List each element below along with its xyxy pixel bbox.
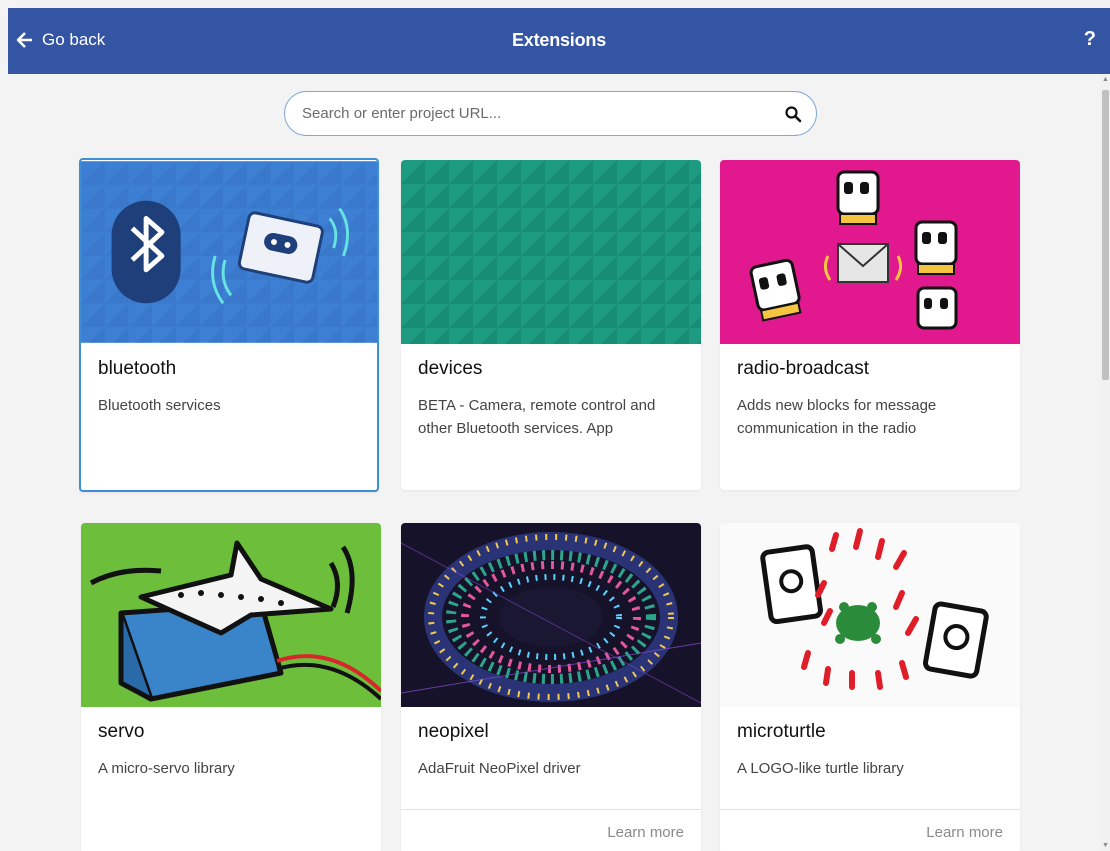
scroll-down-icon[interactable]: ▼ [1102, 842, 1109, 849]
app-header: Go back Extensions ? [8, 8, 1110, 74]
devices-pattern [401, 160, 701, 344]
learn-more-link[interactable]: Learn more [926, 824, 1003, 841]
search-box [284, 91, 817, 136]
card-title: microturtle [737, 721, 826, 742]
servo-illustration [81, 523, 381, 707]
card-description: A LOGO-like turtle library [737, 760, 904, 777]
search-icon[interactable] [784, 105, 802, 123]
scroll-up-icon[interactable]: ▲ [1102, 76, 1109, 83]
bluetooth-illustration [81, 160, 377, 344]
card-title: neopixel [418, 721, 489, 742]
extension-card-microturtle[interactable]: microturtle A LOGO-like turtle library L… [720, 523, 1020, 851]
extension-card-devices[interactable]: devices BETA - Camera, remote control an… [401, 160, 701, 490]
card-description: Bluetooth services [98, 397, 221, 414]
card-title: devices [418, 358, 483, 379]
extension-card-bluetooth[interactable]: bluetooth Bluetooth services [79, 158, 379, 492]
robot-top [836, 170, 880, 225]
page-title: Extensions [511, 30, 607, 50]
card-title: servo [98, 721, 145, 742]
card-title: bluetooth [98, 358, 177, 379]
extension-card-neopixel[interactable]: neopixel AdaFruit NeoPixel driver Learn … [401, 523, 701, 851]
card-footer: Learn more [401, 809, 701, 851]
card-description: BETA - Camera, remote control and other … [418, 397, 656, 437]
radio-broadcast-illustration [720, 160, 1020, 344]
card-description: A micro-servo library [98, 760, 235, 777]
extension-card-servo[interactable]: servo A micro-servo library [81, 523, 381, 851]
card-footer: Learn more [720, 809, 1020, 851]
search-input[interactable] [302, 92, 772, 135]
help-button[interactable]: ? [1084, 28, 1096, 51]
extension-card-radio-broadcast[interactable]: radio-broadcast Adds new blocks for mess… [720, 160, 1020, 490]
learn-more-link[interactable]: Learn more [607, 824, 684, 841]
scrollbar[interactable]: ▲ ▼ [1100, 74, 1110, 851]
card-description: Adds new blocks for message communicatio… [737, 397, 937, 437]
extensions-gallery: bluetooth Bluetooth services devices BET… [8, 74, 1100, 851]
neopixel-photo [401, 523, 701, 707]
card-description: AdaFruit NeoPixel driver [418, 760, 581, 777]
microturtle-illustration [720, 523, 1020, 707]
scroll-thumb[interactable] [1102, 90, 1109, 380]
card-title: radio-broadcast [737, 358, 870, 379]
